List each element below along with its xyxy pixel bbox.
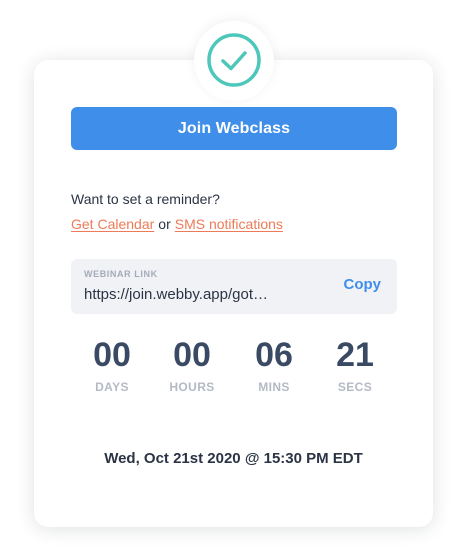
countdown-hours-value: 00 bbox=[173, 336, 211, 374]
countdown-timer: 00 DAYS 00 HOURS 06 MINS 21 SECS bbox=[71, 336, 397, 400]
countdown-days-label: DAYS bbox=[95, 380, 129, 394]
event-date: Wed, Oct 21st 2020 @ 15:30 PM EDT bbox=[104, 450, 363, 467]
success-badge bbox=[194, 21, 274, 101]
webinar-link-box: WEBINAR LINK https://join.webby.app/got…… bbox=[71, 259, 397, 314]
reminder-links: Get Calendar or SMS notifications bbox=[71, 216, 283, 232]
countdown-mins-label: MINS bbox=[258, 380, 290, 394]
webinar-link-url[interactable]: https://join.webby.app/got… bbox=[84, 286, 314, 303]
countdown-secs-value: 21 bbox=[336, 336, 374, 374]
countdown-hours: 00 HOURS bbox=[152, 336, 232, 394]
check-circle-icon bbox=[207, 33, 261, 87]
page: Join Webclass Want to set a reminder? Ge… bbox=[0, 0, 472, 551]
countdown-mins: 06 MINS bbox=[234, 336, 314, 394]
join-webclass-button[interactable]: Join Webclass bbox=[71, 107, 397, 150]
countdown-days: 00 DAYS bbox=[72, 336, 152, 394]
reminder-separator: or bbox=[158, 216, 171, 232]
webinar-link-label: WEBINAR LINK bbox=[84, 269, 158, 279]
sms-notifications-link[interactable]: SMS notifications bbox=[175, 216, 283, 232]
get-calendar-link[interactable]: Get Calendar bbox=[71, 216, 154, 232]
countdown-secs-label: SECS bbox=[337, 380, 373, 394]
reminder-question: Want to set a reminder? bbox=[71, 191, 220, 207]
copy-link-button[interactable]: Copy bbox=[344, 276, 382, 293]
countdown-mins-value: 06 bbox=[255, 336, 293, 374]
countdown-secs: 21 SECS bbox=[315, 336, 395, 394]
countdown-days-value: 00 bbox=[93, 336, 131, 374]
countdown-hours-label: HOURS bbox=[169, 380, 215, 394]
